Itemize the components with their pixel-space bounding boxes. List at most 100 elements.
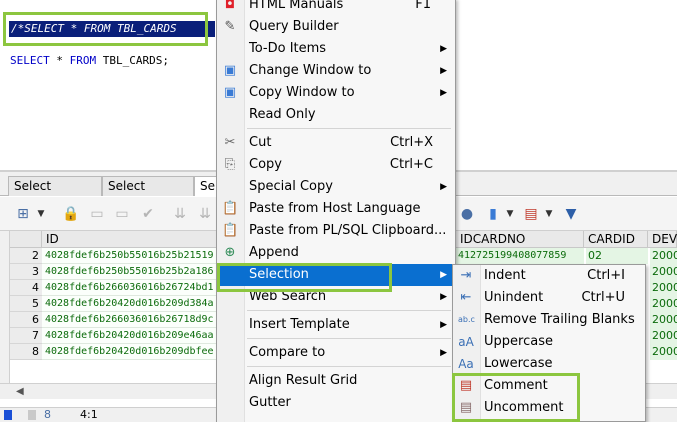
row-number[interactable]: 6	[10, 312, 42, 328]
menu-item-gutter[interactable]: Gutter	[217, 392, 455, 414]
row-number-header	[10, 231, 42, 248]
fetch-last-icon[interactable]: ⇊	[196, 205, 214, 223]
menu-item-special-copy[interactable]: Special Copy ▶	[217, 176, 455, 198]
menu-item-align-result-grid[interactable]: Align Result Grid	[217, 370, 455, 392]
cell-devc[interactable]: 2000	[650, 248, 677, 264]
menu-item-label: To-Do Items	[249, 41, 327, 56]
menu-item-cut[interactable]: ✂ Cut Ctrl+X	[217, 132, 455, 154]
submenu-arrow-icon: ▶	[440, 44, 447, 54]
cell-id[interactable]: 4028fdef6b250b55016b25b21519	[42, 248, 218, 264]
submenu-arrow-icon: ▶	[440, 348, 447, 358]
row-number[interactable]: 3	[10, 264, 42, 280]
column-header-idcardno[interactable]: IDCARDNO	[456, 231, 584, 248]
menu-item-label: Cut	[249, 135, 272, 150]
menu-item-label: Copy	[249, 157, 282, 172]
menu-item-label: Read Only	[249, 107, 316, 122]
row-number[interactable]: 2	[10, 248, 42, 264]
submenu-item-remove-trailing-blanks[interactable]: ab.c Remove Trailing Blanks	[453, 309, 645, 331]
cell-id[interactable]: 4028fdef6b20420d016b209dbfee	[42, 344, 218, 360]
chevron-down-icon[interactable]: ▼	[505, 205, 515, 223]
status-indicator-icon	[4, 410, 12, 420]
cell-devc[interactable]: 2000	[650, 280, 677, 296]
menu-item-label: Paste from PL/SQL Clipboard...	[249, 223, 447, 238]
cell-id[interactable]: 4028fdef6b20420d016b209e46aa	[42, 328, 218, 344]
cell-idcardno[interactable]: 412725199408077859	[456, 248, 584, 264]
insert-record-icon[interactable]: ▭	[88, 205, 106, 223]
menu-item-paste-plsql[interactable]: 📋 Paste from PL/SQL Clipboard...	[217, 220, 455, 242]
cell-id[interactable]: 4028fdef6b250b55016b25b2a186	[42, 264, 218, 280]
submenu-item-lowercase[interactable]: Aa Lowercase	[453, 353, 645, 375]
submenu-item-label: Uncomment	[484, 400, 564, 415]
chart-icon[interactable]: ▮	[484, 205, 502, 223]
menu-item-label: Query Builder	[249, 19, 339, 34]
selected-sql-line[interactable]: /*SELECT * FROM TBL_CARDS	[9, 21, 215, 37]
submenu-item-shortcut: Ctrl+U	[581, 290, 625, 305]
menu-item-label: Compare to	[249, 345, 326, 360]
fetch-next-icon[interactable]: ⇊	[171, 205, 189, 223]
menu-item-copy-window[interactable]: ▣ Copy Window to ▶	[217, 82, 455, 104]
menu-item-label: Align Result Grid	[249, 373, 358, 388]
submenu-item-comment[interactable]: ▤ Comment	[453, 375, 645, 397]
submenu-arrow-icon: ▶	[440, 88, 447, 98]
menu-item-web-search[interactable]: Web Search ▶	[217, 286, 455, 308]
menu-item-todo-items[interactable]: To-Do Items ▶	[217, 38, 455, 60]
row-number[interactable]: 7	[10, 328, 42, 344]
delete-record-icon[interactable]: ▭	[113, 205, 131, 223]
cell-id[interactable]: 4028fdef6b266036016b26718d9c	[42, 312, 218, 328]
menu-item-append[interactable]: ⊕ Append	[217, 242, 455, 264]
submenu-item-label: Lowercase	[484, 356, 553, 371]
column-header-id[interactable]: ID	[42, 231, 218, 248]
cell-devc[interactable]: 2000	[650, 264, 677, 280]
menu-separator	[247, 128, 451, 129]
menu-item-label: Change Window to	[249, 63, 372, 78]
cell-devc[interactable]: 2000	[650, 344, 677, 360]
cell-devc[interactable]: 2000	[650, 328, 677, 344]
cell-devc[interactable]: 2000	[650, 312, 677, 328]
filter-icon[interactable]: ▼	[562, 205, 580, 223]
row-number[interactable]: 8	[10, 344, 42, 360]
chevron-down-icon[interactable]: ▼	[36, 205, 46, 223]
grid-options-icon[interactable]: ⊞	[14, 205, 32, 223]
menu-item-compare-to[interactable]: Compare to ▶	[217, 342, 455, 364]
scissors-icon: ✂	[224, 135, 236, 150]
menu-item-selection[interactable]: Selection ▶	[217, 264, 455, 286]
column-header-devc[interactable]: DEVC	[648, 231, 677, 248]
menu-item-read-only[interactable]: Read Only	[217, 104, 455, 126]
submenu-item-unindent[interactable]: ⇤ Unindent Ctrl+U	[453, 287, 645, 309]
submenu-item-indent[interactable]: ⇥ Indent Ctrl+I	[453, 265, 645, 287]
column-header-cardid[interactable]: CARDID	[584, 231, 648, 248]
sql-line-2[interactable]: SELECT * FROM TBL_CARDS;	[10, 54, 169, 67]
cell-cardid[interactable]: 02	[586, 248, 648, 264]
table-export-icon[interactable]: ▤	[522, 205, 540, 223]
row-number[interactable]: 4	[10, 280, 42, 296]
menu-item-label: Copy Window to	[249, 85, 355, 100]
menu-item-change-window[interactable]: ▣ Change Window to ▶	[217, 60, 455, 82]
post-changes-icon[interactable]: ✔	[139, 205, 157, 223]
indent-icon: ⇥	[460, 268, 472, 283]
menu-item-html-manuals[interactable]: ◘ HTML Manuals F1	[217, 0, 455, 16]
row-number[interactable]: 5	[10, 296, 42, 312]
menu-item-shortcut: Ctrl+C	[389, 157, 433, 172]
cell-id[interactable]: 4028fdef6b20420d016b209d384a	[42, 296, 218, 312]
menu-separator	[247, 310, 451, 311]
tab-select-tbl-cards-2[interactable]: Select tbl_cards	[102, 176, 194, 211]
scroll-left-icon[interactable]: ◀	[16, 386, 24, 397]
cell-id[interactable]: 4028fdef6b266036016b26724bd1	[42, 280, 218, 296]
tab-select-tbl-cards-1[interactable]: Select tbl_cards	[8, 176, 102, 211]
submenu-item-uncomment[interactable]: ▤ Uncomment	[453, 397, 645, 419]
sql-semicolon: ;	[162, 54, 169, 67]
menu-item-paste-host[interactable]: 📋 Paste from Host Language	[217, 198, 455, 220]
menu-item-insert-template[interactable]: Insert Template ▶	[217, 314, 455, 336]
chevron-down-icon[interactable]: ▼	[544, 205, 554, 223]
menu-item-copy[interactable]: ⎘ Copy Ctrl+C	[217, 154, 455, 176]
cell-devc[interactable]: 2000	[650, 296, 677, 312]
connect-icon[interactable]: ●	[458, 205, 476, 223]
submenu-item-uppercase[interactable]: aA Uppercase	[453, 331, 645, 353]
lock-icon[interactable]: 🔒	[62, 205, 80, 223]
change-window-icon: ▣	[223, 63, 237, 78]
menu-item-shortcut: F1	[415, 0, 431, 12]
menu-separator	[247, 366, 451, 367]
menu-item-query-builder[interactable]: ✎ Query Builder	[217, 16, 455, 38]
submenu-item-label: Indent	[484, 268, 526, 283]
submenu-arrow-icon: ▶	[440, 320, 447, 330]
